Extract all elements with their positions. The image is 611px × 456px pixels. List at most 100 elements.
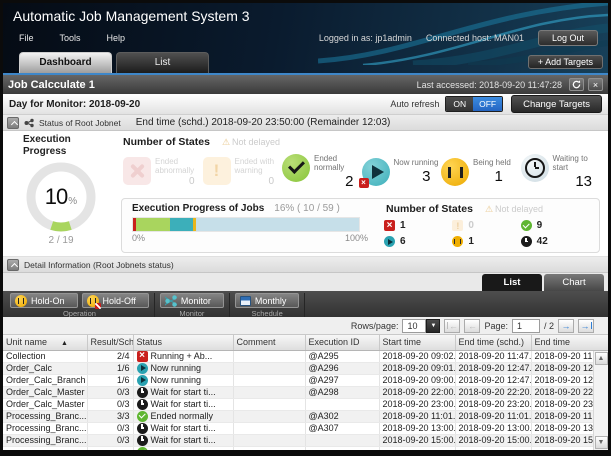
auto-refresh-toggle[interactable]: ON OFF xyxy=(445,96,504,112)
not-delayed-label: ⚠ Not delayed xyxy=(221,136,281,147)
tab-dashboard[interactable]: Dashboard xyxy=(19,52,112,73)
col-end-time-schd[interactable]: End time (schd.) xyxy=(455,335,532,351)
state-ended-normally: Ended normally 2 xyxy=(282,153,362,190)
jobnet-icon xyxy=(24,118,34,127)
cell-result: 0/3 xyxy=(87,422,134,435)
prev-page-button[interactable]: ← xyxy=(464,318,481,333)
last-page-button[interactable]: → xyxy=(578,318,594,333)
vertical-scrollbar[interactable]: ▲ ▼ xyxy=(593,351,608,450)
ended-with-warning-icon xyxy=(202,156,231,185)
change-targets-button[interactable]: Change Targets xyxy=(511,95,602,113)
jobnet-table-wrap: Unit name▲ Result/Schedule Status Commen… xyxy=(3,335,608,450)
ended-normally-icon xyxy=(282,153,310,182)
tab-list-view[interactable]: List xyxy=(482,274,542,291)
wait-status-icon xyxy=(136,434,148,445)
waiting-to-start-icon xyxy=(520,153,549,182)
count-ended-with-warning: 0 xyxy=(452,220,520,231)
col-status[interactable]: Status xyxy=(133,335,234,351)
bar-min-label: 0% xyxy=(132,233,146,243)
toolbar-button-monitorb[interactable]: Monitor xyxy=(159,293,224,308)
jobs-not-delayed-label: ⚠ Not delayed xyxy=(484,203,544,214)
cell-result: 1/6 xyxy=(87,362,134,375)
chevron-down-icon[interactable]: ▼ xyxy=(426,318,441,333)
cell-end: 2018-09-20 11... xyxy=(531,350,594,363)
state-waiting-to-start: Waiting to start 13 xyxy=(520,153,601,190)
col-comment[interactable]: Comment xyxy=(233,335,306,351)
cell-status: Wait for start ti... xyxy=(133,398,234,411)
col-end-time[interactable]: End time xyxy=(531,335,594,351)
execution-progress-donut: 10% xyxy=(24,160,98,234)
col-result-schedule[interactable]: Result/Schedule xyxy=(87,335,134,351)
toolbar-button-monthlyb[interactable]: Monthly xyxy=(234,293,300,308)
progress-fraction: 2 / 19 xyxy=(48,235,74,246)
next-page-button[interactable]: → xyxy=(558,318,574,333)
cell-result: 0/3 xyxy=(87,398,134,411)
auto-refresh-on[interactable]: ON xyxy=(446,97,474,111)
logout-button[interactable]: Log Out xyxy=(537,30,598,46)
wait-status-icon xyxy=(136,398,148,409)
cell-end_schd: 2018-09-20 22:20... xyxy=(455,386,532,399)
nav-tabs: Dashboard List + Add Targets xyxy=(19,52,603,73)
table-row[interactable]: Order_Calc 1/6 Now running @A296 2018-09-20 … xyxy=(3,362,594,375)
table-row[interactable]: Collection2/4Running + Ab...@A2952018-09… xyxy=(3,350,594,363)
error-badge-icon: × xyxy=(358,178,369,188)
count-being-held: 1 xyxy=(452,236,520,247)
table-row[interactable] xyxy=(3,446,594,450)
collapse-button[interactable] xyxy=(7,258,19,271)
col-start-time[interactable]: Start time xyxy=(379,335,456,351)
being-held-icon xyxy=(452,236,464,247)
day-for-monitor: Day for Monitor: 2018-09-20 xyxy=(9,98,141,110)
jobs-state-counts: 1 0 9 6 1 42 xyxy=(384,220,589,247)
table-row[interactable]: Processing_Branc... 0/3 Wait for start ti.… xyxy=(3,422,594,435)
col-unit-name[interactable]: Unit name ▲ xyxy=(3,335,88,351)
toolbar-button-holdoff[interactable]: Hold-Off xyxy=(81,293,149,309)
toolbar-button-label: Hold-Off xyxy=(102,295,136,306)
table-row[interactable]: Order_Calc_Master 0/3 Wait for start ti...… xyxy=(3,398,594,411)
tab-list[interactable]: List xyxy=(116,52,209,73)
cell-start: 2018-09-20 09:02... xyxy=(379,350,456,363)
cell-exec_id xyxy=(305,434,380,447)
table-row[interactable]: Order_Calc_Master 0/3 Wait for start ti...… xyxy=(3,386,594,399)
auto-refresh-off[interactable]: OFF xyxy=(473,97,503,111)
menu-tools[interactable]: Tools xyxy=(60,33,81,43)
tab-chart-view[interactable]: Chart xyxy=(544,274,604,291)
col-execution-id[interactable]: Execution ID xyxy=(305,335,380,351)
close-icon: × xyxy=(592,79,599,90)
page-total: / 2 xyxy=(543,320,554,331)
cell-start: 2018-09-20 23:00... xyxy=(379,398,456,411)
toolbar-button-label: Hold-On xyxy=(31,295,65,306)
toolbar-button-label: Monitor xyxy=(180,295,211,306)
cell-result: 3/3 xyxy=(87,410,134,423)
toolbar-button-holdon[interactable]: Hold-On xyxy=(10,293,78,308)
cell-end: 2018-09-20 12... xyxy=(531,362,594,375)
cell-end_schd: 2018-09-20 13:00... xyxy=(455,422,532,435)
table-row[interactable]: Processing_Branc... 3/3 Ended normally @A30… xyxy=(3,410,594,423)
bar-segment-ended-normally xyxy=(135,218,170,231)
menu-help[interactable]: Help xyxy=(107,33,126,43)
add-targets-button[interactable]: + Add Targets xyxy=(527,55,603,69)
cell-exec_id: @A298 xyxy=(305,386,380,399)
cell-result xyxy=(87,446,134,450)
sort-asc-icon: ▲ xyxy=(61,340,68,348)
page-input[interactable]: 1 xyxy=(511,318,540,333)
toolbar-group: Hold-On Hold-Off Operation xyxy=(5,293,155,318)
rows-per-page-select[interactable]: 10 ▼ xyxy=(402,318,441,333)
status-text: Wait for start ti... xyxy=(150,435,216,445)
first-page-button[interactable]: ← xyxy=(444,318,461,333)
table-row[interactable]: Order_Calc_Branch 1/6 Now running @A297 2018… xyxy=(3,374,594,387)
scroll-down-icon[interactable]: ▼ xyxy=(594,436,608,449)
cell-start: 2018-09-20 13:00... xyxy=(379,422,456,435)
cell-end_schd: 2018-09-20 12:47... xyxy=(455,362,532,375)
close-button[interactable]: × xyxy=(588,78,603,91)
run-status-icon xyxy=(136,374,148,385)
cell-end_schd: 2018-09-20 11:01... xyxy=(455,410,532,423)
scroll-up-icon[interactable]: ▲ xyxy=(594,352,608,365)
collapse-button[interactable] xyxy=(7,116,19,129)
cell-status: Running + Ab... xyxy=(133,350,234,363)
cell-status: Wait for start ti... xyxy=(133,434,234,447)
menu-file[interactable]: File xyxy=(19,33,34,43)
refresh-button[interactable] xyxy=(569,78,584,91)
table-row[interactable]: Processing_Branc... 0/3 Wait for start ti.… xyxy=(3,434,594,447)
cell-result: 0/3 xyxy=(87,434,134,447)
progress-percent: 10% xyxy=(44,184,78,209)
